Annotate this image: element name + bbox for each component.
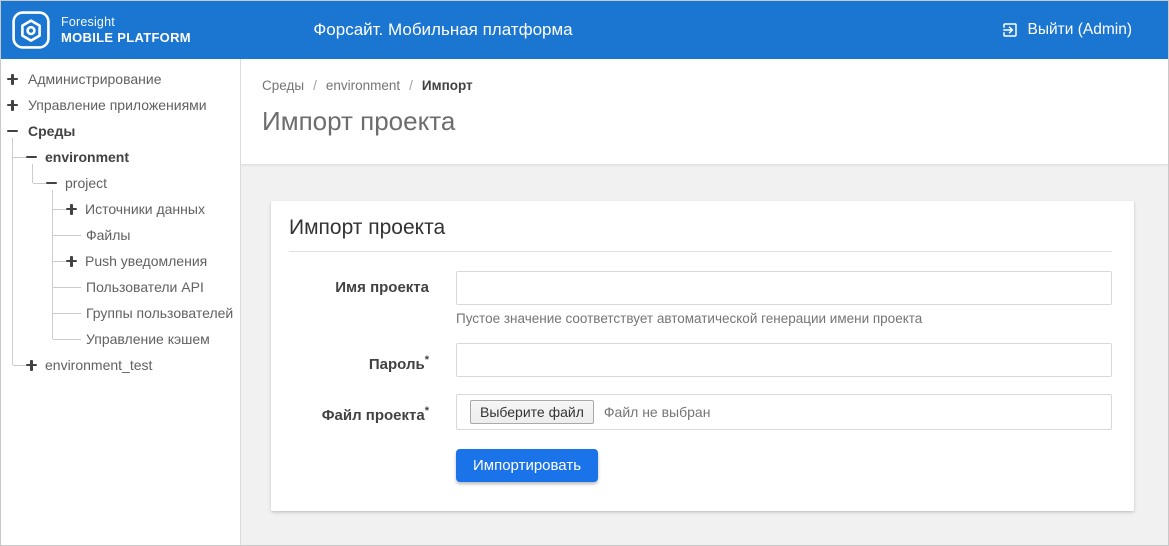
tree-item-data-sources[interactable]: Источники данных bbox=[1, 196, 240, 222]
password-label: Пароль* bbox=[289, 343, 429, 382]
project-name-label: Имя проекта bbox=[289, 271, 429, 326]
breadcrumb-separator: / bbox=[313, 78, 317, 93]
minus-icon[interactable] bbox=[46, 178, 57, 189]
project-name-input[interactable] bbox=[456, 271, 1112, 305]
sidebar-tree: Администрирование Управление приложениям… bbox=[1, 59, 241, 545]
import-button[interactable]: Импортировать bbox=[456, 449, 598, 482]
tree-item-cache-management[interactable]: Управление кэшем bbox=[1, 326, 240, 352]
logout-label: Выйти (Admin) bbox=[1028, 21, 1132, 39]
tree-connector bbox=[53, 261, 66, 262]
plus-icon[interactable] bbox=[66, 256, 77, 267]
submit-row-spacer bbox=[289, 449, 429, 482]
tree-connector bbox=[13, 157, 26, 158]
tree-item-user-groups[interactable]: Группы пользователей bbox=[1, 300, 240, 326]
logo[interactable]: Foresight MOBILE PLATFORM bbox=[11, 10, 191, 50]
project-name-help-text: Пустое значение соответствует автоматиче… bbox=[456, 311, 1112, 326]
tree-item-push-notifications[interactable]: Push уведомления bbox=[1, 248, 240, 274]
tree-connector bbox=[53, 339, 81, 340]
required-asterisk: * bbox=[425, 354, 429, 366]
project-file-label: Файл проекта* bbox=[289, 394, 429, 433]
content-body: Импорт проекта Имя проекта Пустое значен… bbox=[241, 165, 1168, 545]
logo-text-line1: Foresight bbox=[61, 15, 191, 29]
tree-connector bbox=[33, 183, 46, 184]
tree-item-files[interactable]: Файлы bbox=[1, 222, 240, 248]
required-asterisk: * bbox=[425, 405, 429, 417]
page-title: Импорт проекта bbox=[262, 106, 1168, 137]
tree-connector bbox=[53, 235, 81, 236]
foresight-logo-icon bbox=[11, 10, 51, 50]
header-title: Форсайт. Мобильная платформа bbox=[313, 20, 572, 40]
logout-button[interactable]: Выйти (Admin) bbox=[1001, 21, 1132, 39]
tree-item-environment-test[interactable]: environment_test bbox=[1, 352, 240, 378]
breadcrumb: Среды / environment / Импорт bbox=[262, 59, 1168, 93]
breadcrumb-environments[interactable]: Среды bbox=[262, 78, 304, 93]
app-window: Foresight MOBILE PLATFORM Форсайт. Мобил… bbox=[0, 0, 1169, 546]
submit-row: Импортировать bbox=[289, 449, 1112, 482]
tree-connector bbox=[53, 313, 81, 314]
content-area: Среды / environment / Импорт Импорт прое… bbox=[241, 59, 1168, 545]
plus-icon[interactable] bbox=[7, 74, 18, 85]
tree-item-administration[interactable]: Администрирование bbox=[1, 66, 240, 92]
plus-icon[interactable] bbox=[66, 204, 77, 215]
logo-text: Foresight MOBILE PLATFORM bbox=[61, 15, 191, 45]
tree-item-app-management[interactable]: Управление приложениями bbox=[1, 92, 240, 118]
plus-icon[interactable] bbox=[7, 100, 18, 111]
password-input[interactable] bbox=[456, 343, 1112, 377]
import-form-card: Импорт проекта Имя проекта Пустое значен… bbox=[271, 201, 1134, 511]
file-status-text: Файл не выбран bbox=[604, 404, 711, 420]
password-row: Пароль* bbox=[289, 343, 1112, 382]
tree-connector bbox=[13, 365, 26, 366]
project-name-row: Имя проекта Пустое значение соответствуе… bbox=[289, 271, 1112, 326]
card-title: Импорт проекта bbox=[289, 213, 1112, 251]
minus-icon[interactable] bbox=[26, 152, 37, 163]
logo-text-line2: MOBILE PLATFORM bbox=[61, 30, 191, 45]
project-file-row: Файл проекта* Выберите файл Файл не выбр… bbox=[289, 394, 1112, 433]
tree-connector bbox=[53, 209, 66, 210]
tree-item-environments[interactable]: Среды bbox=[1, 118, 240, 144]
tree-item-api-users[interactable]: Пользователи API bbox=[1, 274, 240, 300]
breadcrumb-current-import: Импорт bbox=[422, 78, 473, 93]
minus-icon[interactable] bbox=[7, 126, 18, 137]
breadcrumb-separator: / bbox=[409, 78, 413, 93]
page-header-band: Среды / environment / Импорт Импорт прое… bbox=[241, 59, 1168, 165]
import-form: Имя проекта Пустое значение соответствуе… bbox=[289, 252, 1112, 482]
tree-connector bbox=[53, 287, 81, 288]
logout-icon bbox=[1001, 21, 1019, 39]
app-header: Foresight MOBILE PLATFORM Форсайт. Мобил… bbox=[1, 1, 1168, 59]
tree-item-environment[interactable]: environment bbox=[1, 144, 240, 170]
breadcrumb-environment[interactable]: environment bbox=[326, 78, 400, 93]
plus-icon[interactable] bbox=[26, 360, 37, 371]
tree-item-project[interactable]: project bbox=[1, 170, 240, 196]
choose-file-button[interactable]: Выберите файл bbox=[470, 400, 594, 424]
file-input[interactable]: Выберите файл Файл не выбран bbox=[456, 394, 1112, 430]
